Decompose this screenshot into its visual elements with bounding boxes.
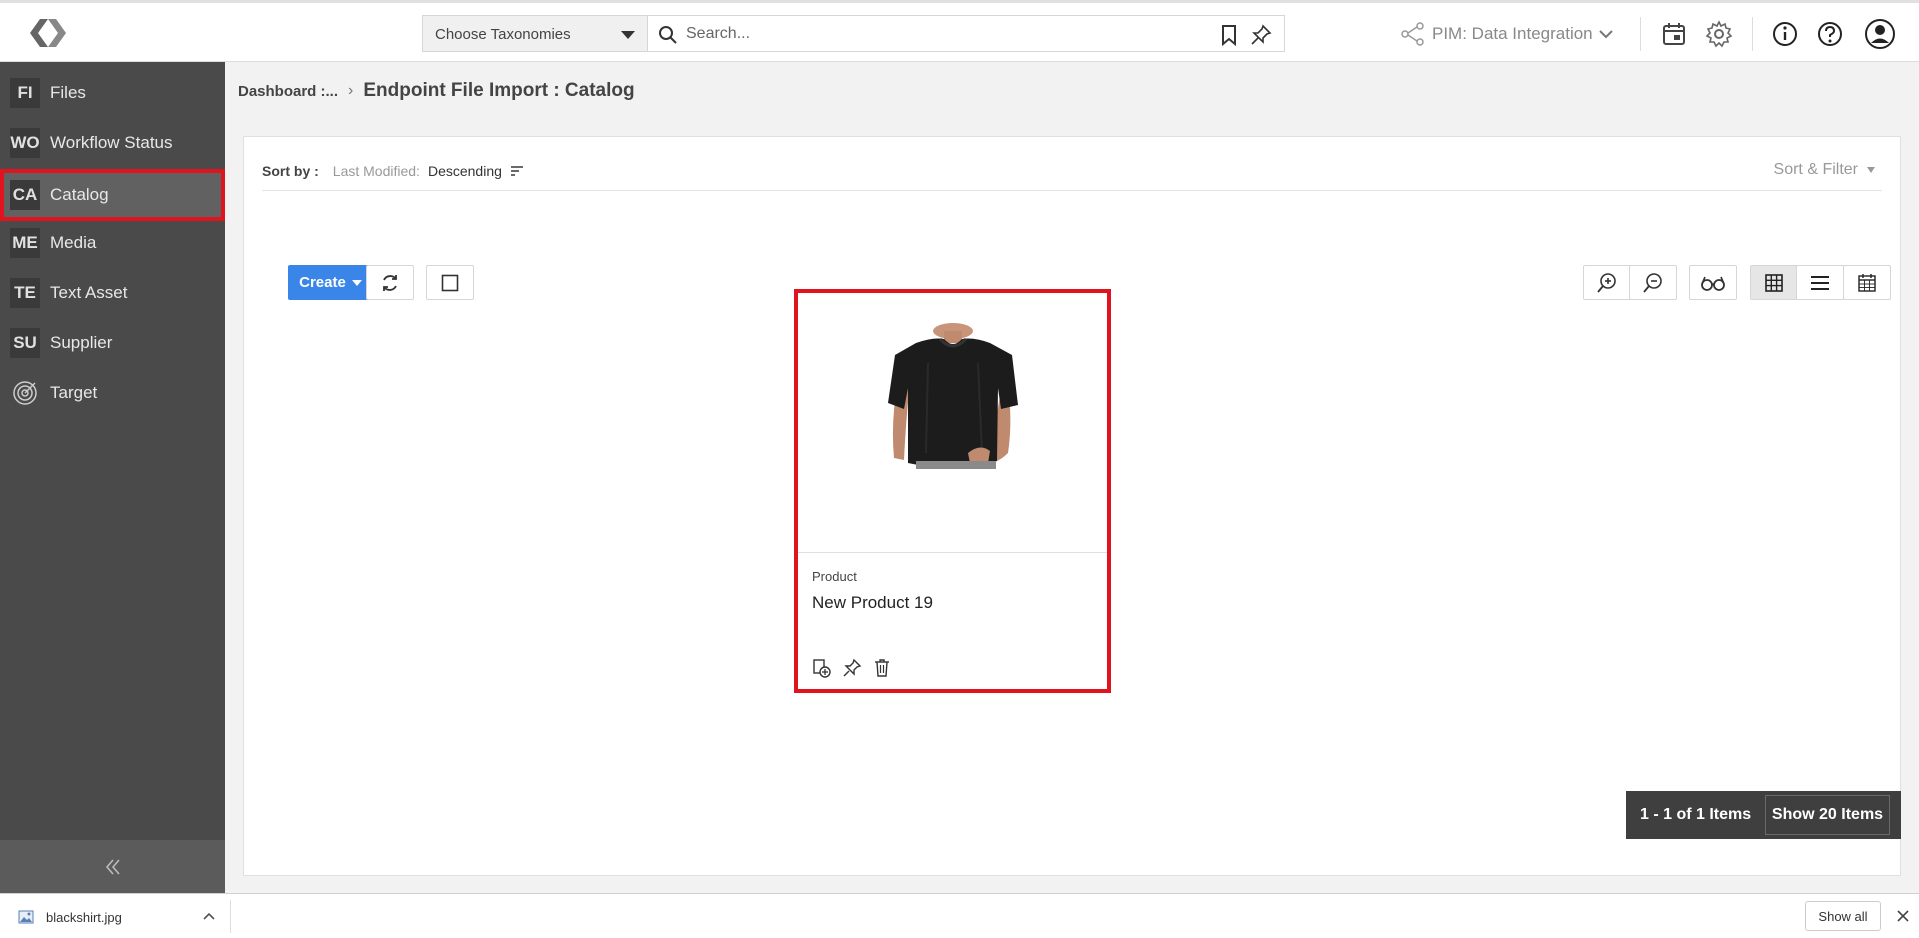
trash-icon[interactable] [872,658,892,678]
download-bar: blackshirt.jpg Show all [0,893,1919,938]
sidebar-item-target[interactable]: Target [0,369,225,417]
sidebar-item-text-asset[interactable]: TE Text Asset [0,269,225,317]
pim-selector[interactable]: PIM: Data Integration [1400,21,1613,47]
top-bar: Choose Taxonomies PIM: Data Integration [0,0,1919,62]
item-count: 1 - 1 of 1 Items [1640,806,1752,823]
sort-order[interactable]: Descending [428,163,502,179]
sort-field[interactable]: Last Modified: [333,163,420,179]
sidebar-item-abbr: FI [10,78,40,108]
product-card[interactable]: Product New Product 19 [794,289,1111,693]
create-button[interactable]: Create [288,265,373,300]
select-all-checkbox[interactable] [426,265,474,300]
chevron-down-icon [621,31,635,39]
breadcrumb: Dashboard :... › Endpoint File Import : … [238,80,635,102]
close-icon[interactable] [1892,905,1914,927]
taxonomy-select[interactable]: Choose Taxonomies [422,15,648,52]
black-tshirt-image [888,323,1018,469]
gear-icon[interactable] [1704,19,1734,49]
pim-label: PIM: Data Integration [1432,24,1593,43]
breadcrumb-separator-icon: › [348,82,354,99]
zoom-out-button[interactable] [1629,265,1677,300]
refresh-icon [383,274,397,291]
glasses-icon [1701,276,1725,291]
zoom-out-icon [1643,272,1662,293]
user-avatar-icon[interactable] [1864,18,1896,50]
list-view-button[interactable] [1796,265,1844,300]
double-chevron-left-icon [105,858,120,875]
pagination: 1 - 1 of 1 Items Show 20 Items [1626,791,1901,839]
pin-icon[interactable] [1250,24,1272,46]
taxonomy-select-label: Choose Taxonomies [435,26,571,43]
download-filename: blackshirt.jpg [46,909,122,925]
refresh-button[interactable] [366,265,414,300]
sidebar-item-catalog[interactable]: CA Catalog [0,169,225,221]
image-file-icon [18,910,34,924]
sort-filter-label: Sort & Filter [1773,161,1858,178]
zoom-in-button[interactable] [1583,265,1631,300]
divider [230,900,231,933]
checkbox-icon [441,274,459,291]
zoom-in-icon [1597,272,1616,293]
sidebar-item-label: Media [50,233,97,252]
divider [1752,17,1753,51]
preview-toggle-button[interactable] [1689,265,1737,300]
breadcrumb-parent-link[interactable]: Dashboard :... [238,83,338,100]
sidebar-collapse-button[interactable] [0,840,225,893]
app-logo-icon[interactable] [26,15,70,51]
sort-label: Sort by : [262,162,319,179]
help-icon[interactable] [1815,19,1845,49]
sidebar-item-supplier[interactable]: SU Supplier [0,319,225,367]
catalog-panel: Sort by : Last Modified: Descending Sort… [243,136,1901,876]
sidebar: FI Files WO Workflow Status CA Catalog M… [0,62,225,893]
sidebar-item-label: Text Asset [50,283,128,302]
search-input[interactable] [686,21,1186,47]
copy-to-folder-icon[interactable] [812,658,832,678]
sort-filter-toggle[interactable]: Sort & Filter [1774,161,1876,179]
main-content: Dashboard :... › Endpoint File Import : … [225,62,1919,893]
sidebar-item-abbr: CA [10,180,40,210]
calendar-view-button[interactable] [1843,265,1891,300]
sidebar-item-files[interactable]: FI Files [0,69,225,117]
share-node-icon [1401,22,1424,46]
sort-bar: Sort by : Last Modified: Descending Sort… [262,151,1882,191]
show-items-button[interactable]: Show 20 Items [1765,795,1890,835]
download-item[interactable]: blackshirt.jpg [18,902,230,932]
bookmark-icon[interactable] [1219,24,1239,46]
product-name[interactable]: New Product 19 [812,593,933,613]
sidebar-item-label: Files [50,83,86,102]
caret-down-icon [351,279,362,286]
product-image[interactable] [798,293,1107,553]
sort-descending-icon[interactable] [510,165,524,177]
chevron-up-icon[interactable] [202,909,216,923]
grid-view-button[interactable] [1750,265,1798,300]
sidebar-item-media[interactable]: ME Media [0,219,225,267]
show-all-downloads-button[interactable]: Show all [1805,901,1881,931]
list-icon [1811,275,1829,290]
page-title: Endpoint File Import : Catalog [363,80,635,101]
sidebar-item-abbr: SU [10,328,40,358]
sidebar-item-abbr: WO [10,128,40,158]
sidebar-item-workflow-status[interactable]: WO Workflow Status [0,119,225,167]
calendar-icon[interactable] [1659,19,1689,49]
search-icon [659,26,677,44]
sidebar-item-abbr: TE [10,278,40,308]
sidebar-item-abbr: ME [10,228,40,258]
divider [1640,17,1641,51]
pin-icon[interactable] [842,658,862,678]
create-button-label: Create [299,274,346,291]
grid-icon [1765,273,1783,292]
chevron-down-icon [1598,30,1613,39]
calendar-grid-icon [1858,273,1876,292]
sidebar-item-label: Workflow Status [50,133,173,152]
info-icon[interactable] [1770,19,1800,49]
search-bar [647,15,1285,52]
caret-down-icon [1867,167,1875,173]
product-type: Product [812,569,857,584]
target-icon [13,381,37,405]
card-actions [812,658,892,678]
sidebar-item-label: Target [50,383,98,402]
sidebar-item-label: Catalog [50,185,109,204]
sidebar-item-label: Supplier [50,333,113,352]
